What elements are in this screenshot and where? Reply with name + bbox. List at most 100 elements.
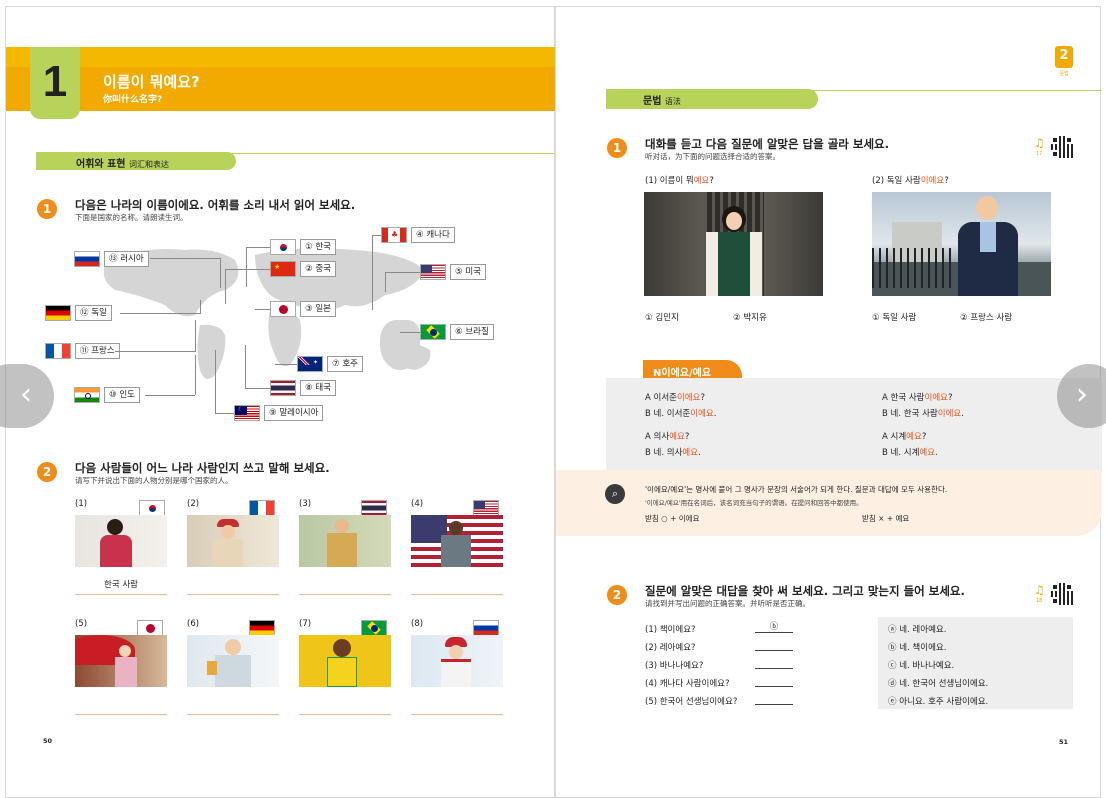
connector-line xyxy=(215,350,216,413)
listening-question: (2) 독일 사람이에요? xyxy=(872,176,949,186)
choice-item: ⓑ 네. 책이에요. xyxy=(888,643,947,653)
answer-line xyxy=(299,714,391,715)
question-number: 2 xyxy=(37,462,57,482)
audio-track-number: 18 xyxy=(1036,598,1043,604)
grammar-rule: 받침 × + 예요 xyxy=(862,514,910,523)
connector-line xyxy=(195,355,196,395)
chapter-banner xyxy=(6,47,555,111)
headphones-icon: ♫ xyxy=(1034,583,1045,597)
item-label: (5) xyxy=(75,619,88,629)
item-label: (7) xyxy=(299,619,312,629)
qr-code-icon[interactable] xyxy=(1051,136,1073,158)
answer-blank[interactable] xyxy=(755,704,793,705)
answer-option[interactable]: ② 프랑스 사람 xyxy=(960,311,1012,323)
grammar-note-text: '이에요/예요'는 명사에 붙어 그 명사가 문장의 서술어가 되게 한다. 질… xyxy=(645,485,948,494)
person-photo xyxy=(411,515,503,567)
headphones-icon: ♫ xyxy=(1034,136,1045,150)
answer-line xyxy=(299,594,391,595)
person-photo xyxy=(75,635,167,687)
vocab-section-title: 어휘와 표현 词汇和表达 xyxy=(76,159,169,170)
grammar-example: A 의사예요? xyxy=(645,432,690,442)
country-label-germany: ⑫ 독일 xyxy=(75,305,112,321)
question-title: 질문에 알맞은 대답을 찾아 써 보세요. 그리고 맞는지 들어 보세요. xyxy=(645,584,965,598)
chapter-tab: 2 문법 xyxy=(1055,46,1073,80)
person-photo xyxy=(187,635,279,687)
choice-item: ⓒ 네. 바나나예요. xyxy=(888,661,955,671)
canada-flag-icon: ♣ xyxy=(381,227,407,243)
connector-line xyxy=(225,269,226,304)
answer-option[interactable]: ① 김민지 xyxy=(645,311,679,323)
item-label: (2) xyxy=(187,499,200,509)
country-label-brazil: ⑥ 브라질 xyxy=(450,324,494,340)
korea-flag-icon xyxy=(270,239,296,255)
answer-blank[interactable] xyxy=(755,632,793,633)
answer-blank[interactable] xyxy=(755,668,793,669)
answer-blank[interactable] xyxy=(755,650,793,651)
connector-line xyxy=(115,351,195,352)
answer-text: 한국 사람 xyxy=(104,580,138,590)
country-label-thailand: ⑧ 태국 xyxy=(300,380,336,396)
germany-flag-icon xyxy=(249,620,275,636)
qr-code-icon[interactable] xyxy=(1051,583,1073,605)
answer-line xyxy=(75,714,167,715)
connector-line xyxy=(385,272,420,273)
choice-item: ⓔ 아니요. 호주 사람이에요. xyxy=(888,697,989,707)
man-photo xyxy=(872,192,1051,296)
magnifier-icon: ⌕ xyxy=(605,484,625,504)
grammar-example: A 시계예요? xyxy=(882,432,927,442)
connector-line xyxy=(145,395,195,396)
brazil-flag-icon xyxy=(420,324,446,340)
grammar-section-tab xyxy=(606,89,818,109)
france-flag-icon xyxy=(249,500,275,516)
question-subtitle: 请写下并说出下面的人物分别是哪个国家的人。 xyxy=(75,476,233,485)
thailand-flag-icon xyxy=(361,500,387,516)
connector-line xyxy=(372,235,381,236)
question-title: 다음은 나라의 이름이에요. 어휘를 소리 내서 읽어 보세요. xyxy=(75,198,356,212)
answer-line xyxy=(411,594,503,595)
connector-line xyxy=(385,272,386,292)
answer-option[interactable]: ② 박지유 xyxy=(733,311,767,323)
japan-flag-icon xyxy=(137,620,163,636)
grammar-rule: 받침 ○ + 이에요 xyxy=(645,514,700,523)
grammar-example: B 네. 이서준이에요. xyxy=(645,409,717,419)
connector-line xyxy=(215,413,234,414)
item-label: (4) xyxy=(411,499,424,509)
usa-flag-icon xyxy=(420,264,446,280)
france-flag-icon xyxy=(45,343,71,359)
grammar-tab-label: N이에요/예요 xyxy=(653,368,712,379)
connector-line xyxy=(225,269,270,270)
connector-line xyxy=(150,258,220,259)
connector-line xyxy=(200,300,201,314)
person-photo xyxy=(75,515,167,567)
connector-line xyxy=(372,235,373,310)
connector-line xyxy=(195,320,196,352)
answer-blank[interactable] xyxy=(755,686,793,687)
country-label-korea: ① 한국 xyxy=(300,239,336,255)
australia-flag-icon: ✦ xyxy=(297,356,323,372)
match-question: (1) 책이에요? xyxy=(645,625,696,635)
question-subtitle: 请找到并写出问题的正确答案。并听听是否正确。 xyxy=(645,599,810,608)
korea-flag-icon xyxy=(139,500,165,516)
connector-line xyxy=(220,258,221,288)
item-label: (1) xyxy=(75,499,88,509)
answer-option[interactable]: ① 독일 사람 xyxy=(872,311,916,323)
match-question: (5) 한국어 선생님이에요? xyxy=(645,697,738,707)
chapter-number: 1 xyxy=(42,57,68,106)
item-label: (6) xyxy=(187,619,200,629)
audio-track-number: 17 xyxy=(1036,151,1043,157)
country-label-malaysia: ⑨ 말레이시아 xyxy=(264,405,324,421)
russia-flag-icon xyxy=(74,251,100,267)
listening-question: (1) 이름이 뭐예요? xyxy=(645,176,714,186)
match-question: (3) 바나나예요? xyxy=(645,661,704,671)
grammar-example: A 이서준이에요? xyxy=(645,393,705,403)
answer-line xyxy=(187,594,279,595)
match-question: (4) 캐나다 사람이에요? xyxy=(645,679,730,689)
question-subtitle: 下面是国家的名称。请朗读生词。 xyxy=(75,213,188,222)
match-answer[interactable]: ⓑ xyxy=(755,620,793,632)
russia-flag-icon xyxy=(473,620,499,636)
grammar-example: A 한국 사람이에요? xyxy=(882,393,953,403)
country-label-japan: ③ 일본 xyxy=(300,301,336,317)
item-label: (3) xyxy=(299,499,312,509)
answer-line xyxy=(411,714,503,715)
match-question: (2) 레아예요? xyxy=(645,643,696,653)
